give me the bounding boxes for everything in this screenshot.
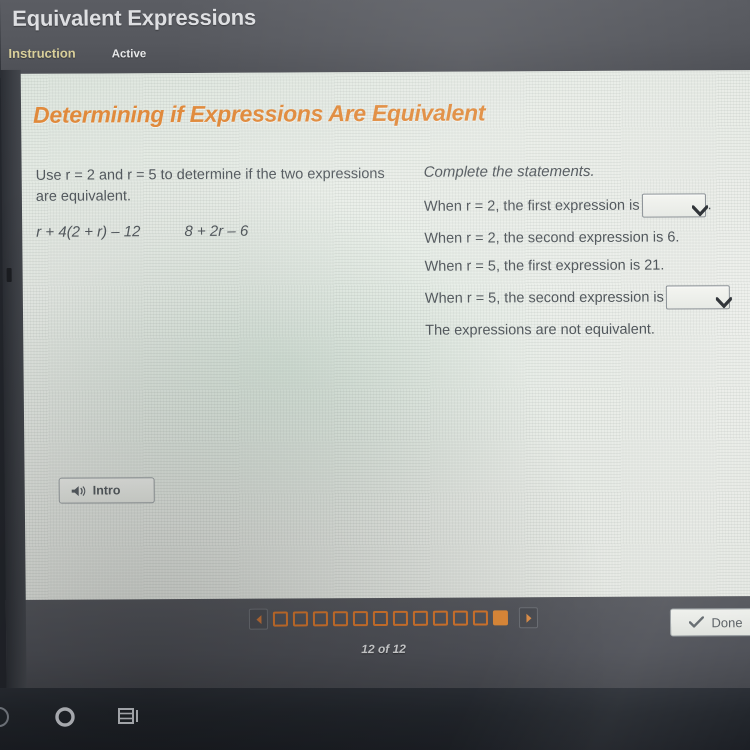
lesson-navigation-bar: 12 of 12 Done — [5, 595, 750, 692]
pagination — [248, 607, 539, 630]
app-header: Equivalent Expressions Instruction Activ… — [0, 0, 750, 78]
page-indicator-7[interactable] — [392, 610, 409, 626]
page-indicator-12-current[interactable] — [492, 610, 509, 626]
statement-row: When r = 2, the first expression is . — [424, 193, 750, 219]
expressions-row: r + 4(2 + r) – 12 8 + 2r – 6 — [36, 222, 418, 241]
statement-row: When r = 5, the second expression is — [425, 285, 750, 311]
statement-row: The expressions are not equivalent. — [425, 321, 750, 339]
page-counter: 12 of 12 — [361, 641, 407, 657]
page-indicator-6[interactable] — [372, 610, 389, 627]
statement-text: When r = 2, the second expression is 6. — [424, 229, 680, 247]
intro-button-label: Intro — [92, 483, 121, 498]
statement-text: When r = 5, the second expression is — [424, 289, 664, 307]
answer-panel: Complete the statements. When r = 2, the… — [424, 162, 750, 351]
windows-taskbar — [0, 688, 750, 750]
page-indicator-1[interactable] — [272, 611, 289, 627]
prev-page-button[interactable] — [248, 608, 269, 630]
page-title: Equivalent Expressions — [12, 4, 257, 31]
page-indicator-2[interactable] — [292, 611, 309, 627]
expression-1: r + 4(2 + r) – 12 — [36, 223, 141, 241]
page-indicator-4[interactable] — [332, 611, 349, 627]
lesson-content: Determining if Expressions Are Equivalen… — [18, 70, 750, 604]
check-icon — [689, 616, 705, 628]
statement-text: When r = 2, the first expression is — [423, 197, 640, 215]
done-button-label: Done — [711, 614, 743, 630]
prompt-line-2: are equivalent. — [35, 188, 132, 205]
answer-panel-heading: Complete the statements. — [423, 162, 595, 181]
question-panel: Use r = 2 and r = 5 to determine if the … — [36, 164, 419, 241]
statement-row: When r = 5, the first expression is 21. — [424, 257, 750, 275]
tab-bar: Instruction Active — [8, 45, 146, 61]
laptop-screen: Equivalent Expressions Instruction Activ… — [0, 0, 750, 692]
page-indicator-11[interactable] — [472, 610, 489, 626]
statement-row: When r = 2, the second expression is 6. — [424, 229, 750, 247]
page-indicator-8[interactable] — [412, 610, 429, 626]
next-page-button[interactable] — [518, 607, 539, 629]
task-view-icon[interactable] — [116, 704, 144, 735]
lesson-title: Determining if Expressions Are Equivalen… — [32, 99, 486, 128]
tab-active[interactable]: Active — [112, 48, 147, 60]
dropdown-first-expression-r2[interactable] — [641, 193, 708, 218]
prompt-line-1: Use r = 2 and r = 5 to determine if the … — [35, 165, 385, 184]
tab-instruction[interactable]: Instruction — [8, 46, 75, 61]
expression-2: 8 + 2r – 6 — [184, 222, 249, 241]
cortana-circle-icon[interactable] — [52, 704, 78, 735]
start-icon[interactable] — [0, 704, 20, 735]
page-indicator-10[interactable] — [452, 610, 469, 626]
page-indicator-3[interactable] — [312, 611, 329, 627]
statement-text: When r = 5, the first expression is 21. — [424, 257, 665, 275]
dropdown-second-expression-r5[interactable] — [665, 285, 732, 310]
done-button[interactable]: Done — [669, 608, 750, 637]
photo-of-screen: Equivalent Expressions Instruction Activ… — [0, 0, 750, 750]
statement-suffix: . — [707, 197, 712, 214]
page-indicator-9[interactable] — [432, 610, 449, 626]
bezel-notch — [6, 267, 12, 282]
statement-text: The expressions are not equivalent. — [425, 321, 656, 339]
speaker-icon — [71, 484, 86, 497]
page-indicator-5[interactable] — [352, 611, 369, 627]
intro-button[interactable]: Intro — [58, 477, 155, 504]
question-prompt: Use r = 2 and r = 5 to determine if the … — [36, 164, 418, 208]
